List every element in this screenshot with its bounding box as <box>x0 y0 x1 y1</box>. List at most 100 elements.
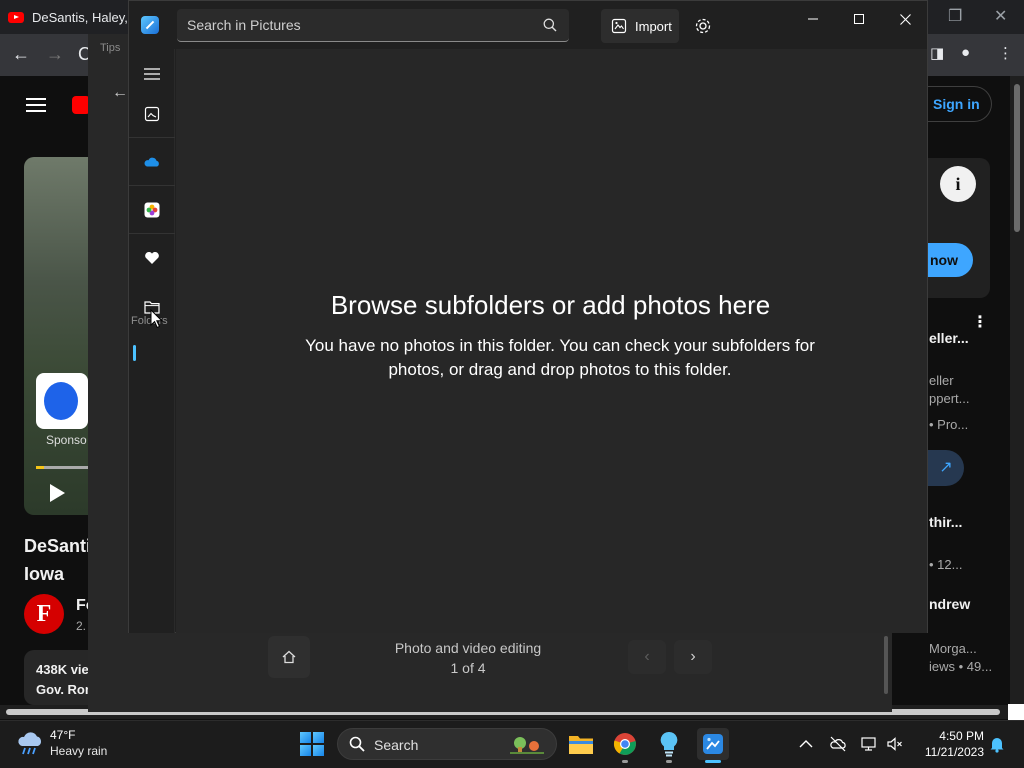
open-link-icon[interactable]: ↗ <box>928 450 964 486</box>
video-title: DeSanti Iowa <box>24 536 92 584</box>
taskbar-photos[interactable] <box>697 728 729 760</box>
browser-back-icon[interactable]: ← <box>12 44 30 65</box>
maximize-icon <box>854 14 864 24</box>
page-vertical-scrollbar[interactable] <box>1010 76 1024 710</box>
taskbar-search-label: Search <box>374 737 419 753</box>
youtube-menu-icon[interactable] <box>26 98 46 112</box>
chrome-icon <box>613 733 636 755</box>
video-description-snippet: Gov. Ron <box>36 682 93 697</box>
show-hidden-icons-chevron-icon[interactable] <box>797 735 815 753</box>
empty-folder-message: You have no photos in this folder. You c… <box>305 336 815 379</box>
more-options-icon[interactable]: ⋮ <box>972 312 988 332</box>
mouse-cursor-icon <box>150 309 164 329</box>
recommendation-meta: Morga... <box>929 641 977 656</box>
file-explorer-icon <box>569 736 593 754</box>
browser-forward-icon[interactable]: → <box>46 44 64 65</box>
play-icon[interactable] <box>50 484 65 502</box>
recommendation-meta: • 12... <box>929 557 963 572</box>
nav-gallery[interactable] <box>136 98 168 130</box>
tips-back-icon[interactable]: ← <box>112 84 128 102</box>
photos-app-icon <box>141 16 159 34</box>
taskbar-file-explorer[interactable] <box>565 728 597 760</box>
icloud-photos-icon <box>144 202 160 218</box>
tips-window-title: Tips <box>100 42 121 54</box>
chrome-menu-icon[interactable]: ⋮ <box>998 44 1013 62</box>
tips-home-button[interactable] <box>268 636 310 678</box>
photos-title-bar[interactable]: Import <box>129 1 927 49</box>
nav-favorites[interactable] <box>136 242 168 274</box>
onedrive-cloud-icon <box>144 157 159 167</box>
onedrive-status-icon[interactable] <box>829 735 847 753</box>
active-nav-indicator <box>133 345 136 361</box>
weather-condition[interactable]: Heavy rain <box>50 744 107 758</box>
video-player[interactable] <box>24 157 90 515</box>
tips-previous-button[interactable]: ‹ <box>628 640 666 674</box>
nav-menu-button[interactable] <box>136 58 168 90</box>
hamburger-menu-icon <box>144 68 160 80</box>
video-progress-bar[interactable] <box>36 466 88 469</box>
recommendation-meta: iews • 49... <box>929 659 993 674</box>
tips-next-button[interactable]: › <box>674 640 712 674</box>
taskbar-tips[interactable] <box>653 728 685 760</box>
weather-temperature[interactable]: 47°F <box>50 728 75 742</box>
recommendation-title[interactable]: thir... <box>929 514 999 530</box>
import-label: Import <box>635 18 672 34</box>
volume-muted-icon[interactable] <box>886 735 904 753</box>
tips-running-indicator <box>666 760 672 763</box>
taskbar-clock-date[interactable]: 11/21/2023 <box>912 745 984 759</box>
minimize-icon <box>808 18 818 20</box>
photos-search-input[interactable] <box>187 17 527 33</box>
browser-tab[interactable]: DeSantis, Haley, <box>8 0 128 34</box>
search-icon <box>349 736 365 752</box>
home-icon <box>282 650 296 664</box>
taskbar-search-box[interactable]: Search <box>337 728 557 760</box>
tips-category: Photo and video editing <box>394 640 542 656</box>
close-icon <box>899 13 911 25</box>
chrome-running-indicator <box>622 760 628 763</box>
search-highlight-icon <box>510 737 544 754</box>
heart-icon <box>145 251 159 264</box>
recommendation-meta: ppert... <box>929 391 970 406</box>
sponsor-logo-icon[interactable] <box>36 373 88 429</box>
taskbar-chrome[interactable] <box>609 728 641 760</box>
taskbar-clock-time[interactable]: 4:50 PM <box>918 729 984 743</box>
photos-navigation-pane: Folders <box>129 49 175 633</box>
tips-pager: 1 of 4 <box>450 660 486 676</box>
channel-subscribers: 2. <box>76 619 87 633</box>
channel-avatar[interactable]: F <box>24 594 64 634</box>
nav-separator <box>129 185 175 186</box>
recommendation-meta: eller <box>929 373 954 388</box>
tips-scrollbar[interactable] <box>884 636 888 694</box>
tips-lightbulb-icon <box>660 731 678 757</box>
network-display-icon[interactable] <box>860 735 878 753</box>
profile-icon[interactable]: ● <box>961 44 970 61</box>
minimize-button[interactable] <box>797 9 829 29</box>
chrome-restore-icon[interactable]: ❐ <box>948 6 962 26</box>
photos-active-indicator <box>705 760 721 763</box>
ad-action-button[interactable]: now <box>926 243 973 277</box>
sponsor-label: Sponso <box>46 433 87 447</box>
video-views: 438K vie <box>36 662 89 677</box>
settings-gear-icon[interactable] <box>694 17 712 35</box>
close-button[interactable] <box>889 9 921 29</box>
weather-rain-icon[interactable] <box>16 732 44 756</box>
nav-separator <box>129 233 175 234</box>
youtube-favicon-icon <box>8 11 24 23</box>
nav-separator <box>129 137 175 138</box>
notification-bell-icon[interactable] <box>988 735 1006 753</box>
import-icon <box>611 18 627 34</box>
photos-search-box[interactable] <box>177 9 569 42</box>
recommendation-title[interactable]: ndrew <box>929 596 999 612</box>
recommendation-title[interactable]: eller... <box>929 330 999 346</box>
nav-onedrive[interactable] <box>136 146 168 178</box>
youtube-sign-in-button[interactable]: Sign in <box>926 86 992 122</box>
maximize-button[interactable] <box>843 9 875 29</box>
start-button[interactable] <box>300 732 324 756</box>
search-icon[interactable] <box>543 18 557 32</box>
chrome-close-icon[interactable]: ✕ <box>994 6 1007 26</box>
info-icon[interactable]: i <box>940 166 976 202</box>
gallery-icon <box>144 106 160 122</box>
nav-icloud-photos[interactable] <box>136 194 168 226</box>
side-panel-icon[interactable]: ◨ <box>930 44 944 62</box>
import-button[interactable]: Import <box>601 9 679 43</box>
